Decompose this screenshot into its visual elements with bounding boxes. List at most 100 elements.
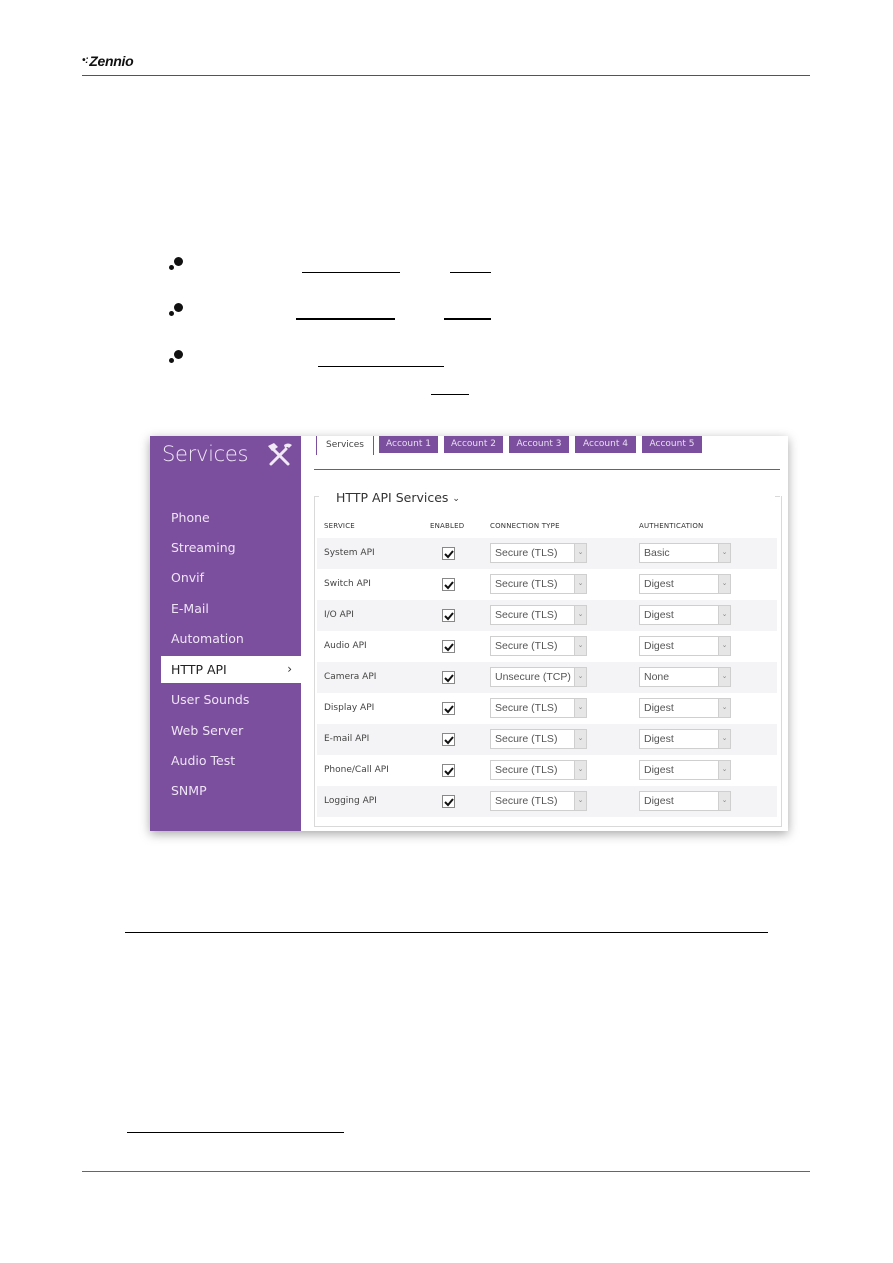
authentication-value: Digest (644, 609, 674, 621)
chevron-down-icon: ⌄ (718, 575, 730, 593)
connection-type-value: Secure (TLS) (495, 795, 558, 807)
sidebar-item-label: Phone (171, 510, 210, 525)
checkmark-icon (444, 767, 454, 776)
connection-type-value: Secure (TLS) (495, 702, 558, 714)
authentication-select[interactable]: Digest ⌄ (639, 698, 731, 718)
tab-divider (314, 469, 780, 470)
enabled-checkbox[interactable] (442, 671, 455, 684)
chevron-down-icon: ⌄ (718, 730, 730, 748)
service-name: I/O API (324, 610, 354, 620)
connection-type-select[interactable]: Secure (TLS) ⌄ (490, 636, 587, 656)
tab-account-3[interactable]: Account 3 (509, 436, 569, 453)
table-row: I/O API Secure (TLS) ⌄ Digest ⌄ (317, 600, 777, 631)
connection-type-select[interactable]: Secure (TLS) ⌄ (490, 698, 587, 718)
table-row: Phone/Call API Secure (TLS) ⌄ Digest ⌄ (317, 755, 777, 786)
tab-account-5[interactable]: Account 5 (642, 436, 702, 453)
chevron-down-icon: ⌄ (718, 544, 730, 562)
tab-account-2[interactable]: Account 2 (444, 436, 503, 453)
service-name: Phone/Call API (324, 765, 389, 775)
authentication-select[interactable]: Digest ⌄ (639, 605, 731, 625)
footer-divider (82, 1171, 810, 1172)
tab-account-4[interactable]: Account 4 (575, 436, 636, 453)
tab-services[interactable]: Services (316, 436, 374, 455)
connection-type-value: Secure (TLS) (495, 764, 558, 776)
authentication-select[interactable]: Digest ⌄ (639, 791, 731, 811)
column-header-authentication: AUTHENTICATION (639, 522, 704, 530)
service-name: Display API (324, 703, 375, 713)
authentication-select[interactable]: Basic ⌄ (639, 543, 731, 563)
service-name: System API (324, 548, 375, 558)
chevron-down-icon: ⌄ (574, 575, 586, 593)
service-name: Audio API (324, 641, 367, 651)
tab-account-1[interactable]: Account 1 (379, 436, 438, 453)
chevron-down-icon: ⌄ (718, 668, 730, 686)
chevron-down-icon: ⌄ (718, 761, 730, 779)
enabled-checkbox[interactable] (442, 609, 455, 622)
connection-type-select[interactable]: Secure (TLS) ⌄ (490, 729, 587, 749)
chevron-down-icon: ⌄ (574, 699, 586, 717)
connection-type-select[interactable]: Secure (TLS) ⌄ (490, 574, 587, 594)
checkmark-icon (444, 643, 454, 652)
connection-type-select[interactable]: Secure (TLS) ⌄ (490, 543, 587, 563)
bullet-icon (169, 257, 183, 271)
authentication-select[interactable]: Digest ⌄ (639, 636, 731, 656)
services-sidebar: Services Phone Streaming Onvif E-Mail Au… (150, 436, 301, 831)
enabled-checkbox[interactable] (442, 702, 455, 715)
link-underline[interactable] (318, 366, 444, 367)
footnote-divider (127, 1132, 344, 1133)
sidebar-item-automation[interactable]: Automation (161, 625, 301, 652)
connection-type-value: Secure (TLS) (495, 609, 558, 621)
enabled-checkbox[interactable] (442, 733, 455, 746)
link-underline[interactable] (296, 318, 395, 320)
authentication-value: Digest (644, 578, 674, 590)
authentication-select[interactable]: None ⌄ (639, 667, 731, 687)
checkmark-icon (444, 612, 454, 621)
table-row: Camera API Unsecure (TCP) ⌄ None ⌄ (317, 662, 777, 693)
service-name: Logging API (324, 796, 377, 806)
chevron-down-icon: ⌄ (574, 637, 586, 655)
sidebar-item-phone[interactable]: Phone (161, 504, 301, 531)
sidebar-item-streaming[interactable]: Streaming (161, 534, 301, 561)
section-title[interactable]: HTTP API Services ⌄ (336, 490, 460, 505)
connection-type-select[interactable]: Secure (TLS) ⌄ (490, 760, 587, 780)
authentication-value: Digest (644, 640, 674, 652)
header-divider (82, 75, 810, 76)
section-title-text: HTTP API Services (336, 490, 449, 505)
sidebar-item-label: Streaming (171, 540, 236, 555)
enabled-checkbox[interactable] (442, 764, 455, 777)
authentication-value: None (644, 671, 670, 683)
link-underline[interactable] (302, 272, 400, 273)
enabled-checkbox[interactable] (442, 795, 455, 808)
authentication-select[interactable]: Digest ⌄ (639, 574, 731, 594)
chevron-down-icon: ⌄ (574, 668, 586, 686)
sidebar-item-label: Automation (171, 631, 244, 646)
sidebar-item-snmp[interactable]: SNMP (161, 777, 301, 804)
authentication-select[interactable]: Digest ⌄ (639, 760, 731, 780)
link-underline[interactable] (444, 318, 491, 320)
connection-type-select[interactable]: Secure (TLS) ⌄ (490, 605, 587, 625)
authentication-value: Basic (644, 547, 670, 559)
enabled-checkbox[interactable] (442, 547, 455, 560)
enabled-checkbox[interactable] (442, 578, 455, 591)
chevron-down-icon: ⌄ (574, 761, 586, 779)
sidebar-item-onvif[interactable]: Onvif (161, 564, 301, 591)
chevron-down-icon: ⌄ (718, 792, 730, 810)
column-header-connection-type: CONNECTION TYPE (490, 522, 560, 530)
connection-type-select[interactable]: Unsecure (TCP) ⌄ (490, 667, 587, 687)
sidebar-item-web-server[interactable]: Web Server (161, 717, 301, 744)
authentication-select[interactable]: Digest ⌄ (639, 729, 731, 749)
chevron-down-icon: ⌄ (574, 730, 586, 748)
service-name: E-mail API (324, 734, 370, 744)
link-underline[interactable] (450, 272, 491, 273)
authentication-value: Digest (644, 795, 674, 807)
sidebar-item-audio-test[interactable]: Audio Test (161, 747, 301, 774)
enabled-checkbox[interactable] (442, 640, 455, 653)
http-api-screenshot: Services Phone Streaming Onvif E-Mail Au… (150, 436, 788, 831)
connection-type-select[interactable]: Secure (TLS) ⌄ (490, 791, 587, 811)
sidebar-item-user-sounds[interactable]: User Sounds (161, 686, 301, 713)
connection-type-value: Secure (TLS) (495, 733, 558, 745)
link-underline[interactable] (431, 394, 469, 395)
sidebar-item-email[interactable]: E-Mail (161, 595, 301, 622)
sidebar-item-http-api[interactable]: HTTP API › (161, 656, 301, 683)
authentication-value: Digest (644, 702, 674, 714)
